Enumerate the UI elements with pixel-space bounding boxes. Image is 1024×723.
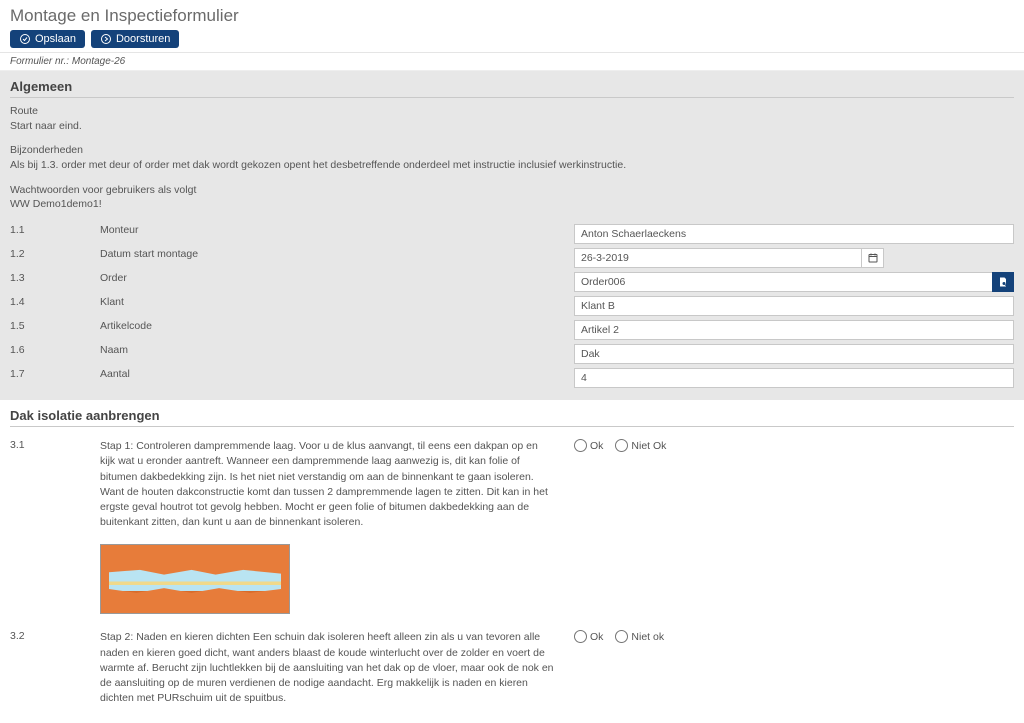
route-text: Start naar eind. [10,119,1014,134]
form-number: Formulier nr.: Montage-26 [0,53,1024,71]
save-button[interactable]: Opslaan [10,30,85,48]
row-num: 1.6 [10,344,100,356]
row-num: 1.2 [10,248,100,260]
monteur-input[interactable] [574,224,1014,244]
row-monteur: 1.1 Monteur [10,222,1014,246]
order-input[interactable] [574,272,1014,292]
row-aantal: 1.7 Aantal [10,366,1014,390]
nok-label: Niet Ok [631,440,666,452]
step-3-1: 3.1 Stap 1: Controleren dampremmende laa… [10,433,1014,536]
row-artikelcode: 1.5 Artikelcode [10,318,1014,342]
row-label: Naam [100,344,574,356]
nok-radio[interactable]: Niet Ok [615,439,666,452]
row-num: 1.5 [10,320,100,332]
step-3-1-image [100,544,290,614]
row-label: Monteur [100,224,574,236]
step-3-2: 3.2 Stap 2: Naden en kieren dichten Een … [10,624,1014,712]
forward-arrow-icon [100,33,112,45]
row-datum: 1.2 Datum start montage [10,246,1014,270]
route-label: Route [10,104,1014,119]
row-label: Order [100,272,574,284]
section-dak: Dak isolatie aanbrengen 3.1 Stap 1: Cont… [0,400,1024,722]
bijz-text: Als bij 1.3. order met deur of order met… [10,158,1014,173]
row-label: Datum start montage [100,248,574,260]
step-num: 3.1 [10,439,100,451]
step-3-2-radios: Ok Niet ok [574,630,1014,643]
ww-label: Wachtwoorden voor gebruikers als volgt [10,183,1014,198]
ww-text: WW Demo1demo1! [10,197,1014,212]
ok-label: Ok [590,440,603,452]
step-text: Stap 1: Controleren dampremmende laag. V… [100,439,574,530]
naam-input[interactable] [574,344,1014,364]
step-text: Stap 2: Naden en kieren dichten Een schu… [100,630,574,706]
artikelcode-input[interactable] [574,320,1014,340]
klant-input[interactable] [574,296,1014,316]
row-label: Aantal [100,368,574,380]
page-title: Montage en Inspectieformulier [10,6,1014,26]
nok-label: Niet ok [631,631,664,643]
ok-radio[interactable]: Ok [574,439,603,452]
row-klant: 1.4 Klant [10,294,1014,318]
row-num: 1.7 [10,368,100,380]
datum-input[interactable] [574,248,862,268]
row-label: Klant [100,296,574,308]
step-num: 3.2 [10,630,100,642]
calendar-icon[interactable] [862,248,884,268]
save-button-label: Opslaan [35,33,76,45]
ok-label: Ok [590,631,603,643]
row-num: 1.1 [10,224,100,236]
intro-block: Route Start naar eind. Bijzonderheden Al… [10,104,1014,212]
check-circle-icon [19,33,31,45]
row-num: 1.3 [10,272,100,284]
step-3-1-radios: Ok Niet Ok [574,439,1014,452]
toolbar: Opslaan Doorsturen [10,30,1014,48]
row-label: Artikelcode [100,320,574,332]
row-naam: 1.6 Naam [10,342,1014,366]
row-num: 1.4 [10,296,100,308]
lookup-icon[interactable] [992,272,1014,292]
ok-radio[interactable]: Ok [574,630,603,643]
section-general-title: Algemeen [10,79,1014,98]
forward-button-label: Doorsturen [116,33,170,45]
forward-button[interactable]: Doorsturen [91,30,179,48]
nok-radio[interactable]: Niet ok [615,630,664,643]
section-dak-title: Dak isolatie aanbrengen [10,408,1014,427]
row-order: 1.3 Order [10,270,1014,294]
bijz-label: Bijzonderheden [10,143,1014,158]
section-general: Algemeen Route Start naar eind. Bijzonde… [0,71,1024,400]
aantal-input[interactable] [574,368,1014,388]
